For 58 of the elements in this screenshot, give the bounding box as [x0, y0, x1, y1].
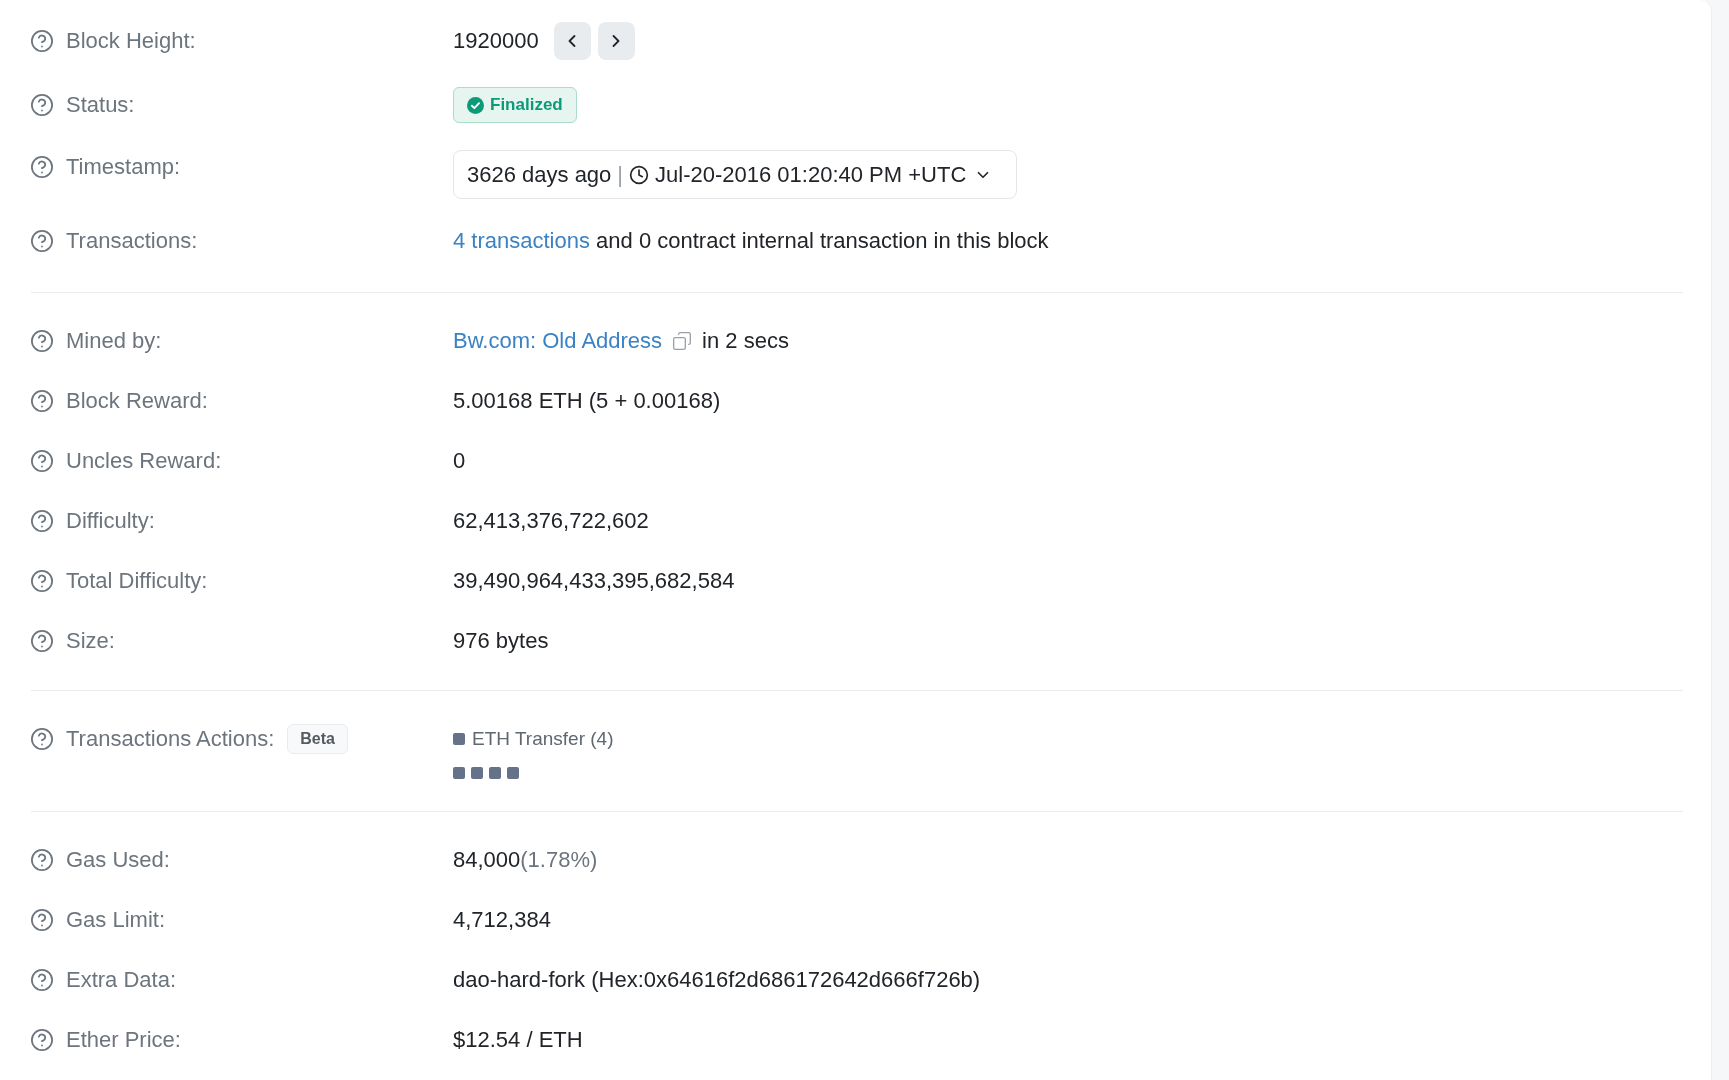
field-label: Block Reward: — [66, 387, 208, 415]
field-label: Total Difficulty: — [66, 567, 208, 595]
field-label: Timestamp: — [66, 153, 181, 181]
field-label: Transactions: — [66, 227, 198, 255]
help-icon — [31, 969, 53, 991]
field-value: 39,490,964,433,395,682,584 — [453, 567, 735, 595]
help-icon — [31, 630, 53, 652]
beta-tag: Beta — [287, 724, 348, 754]
field-label: Mined by: — [66, 327, 162, 355]
field-label: Transactions Actions: — [66, 725, 275, 753]
transactions-summary: 4 transactions and 0 contract internal transaction in this block — [453, 227, 1049, 255]
previous-block-button[interactable] — [553, 22, 591, 60]
field-label: Difficulty: — [66, 507, 155, 535]
field-label: Uncles Reward: — [66, 447, 222, 475]
mined-time-text: in 2 secs — [702, 327, 789, 355]
field-label: Gas Used: — [66, 846, 170, 874]
help-icon — [31, 230, 53, 252]
copy-icon[interactable] — [672, 331, 693, 351]
field-value: 62,413,376,722,602 — [453, 507, 649, 535]
field-value: dao-hard-fork (Hex:0x64616f2d686172642d666f726b) — [453, 966, 981, 994]
help-icon — [31, 450, 53, 472]
help-icon — [31, 728, 53, 750]
transfer-square-icon[interactable] — [471, 767, 483, 779]
field-label: Size: — [66, 627, 115, 655]
field-value: 976 bytes — [453, 627, 549, 655]
gas-used-value: 84,000 — [453, 846, 521, 874]
field-label: Block Height: — [66, 27, 196, 55]
field-value: 5.00168 ETH (5 + 0.00168) — [453, 387, 721, 415]
field-label: Extra Data: — [66, 966, 177, 994]
help-icon — [31, 94, 53, 116]
help-icon — [31, 570, 53, 592]
field-label: Ether Price: — [66, 1026, 181, 1054]
help-icon — [31, 330, 53, 352]
gas-used-percent: (1.78%) — [520, 846, 598, 874]
transfer-square-icon[interactable] — [453, 767, 465, 779]
check-circle-icon — [467, 96, 484, 114]
field-value: $12.54 / ETH — [453, 1026, 583, 1054]
field-value: 4,712,384 — [453, 906, 551, 934]
help-icon — [31, 849, 53, 871]
block-height-value: 1920000 — [453, 27, 539, 55]
miner-link[interactable]: Bw.com: Old Address — [453, 326, 663, 356]
transfer-square-icon[interactable] — [507, 767, 519, 779]
transfer-square-icon[interactable] — [489, 767, 501, 779]
field-value: 0 — [453, 447, 466, 475]
help-icon — [31, 909, 53, 931]
help-icon — [31, 156, 53, 178]
next-block-button[interactable] — [597, 22, 635, 60]
field-label: Status: — [66, 91, 135, 119]
help-icon — [31, 510, 53, 532]
status-text: Finalized — [490, 94, 563, 116]
clock-icon — [629, 164, 650, 185]
action-legend-text: ETH Transfer (4) — [472, 727, 614, 751]
help-icon — [31, 30, 53, 52]
transactions-link[interactable]: 4 transactions — [453, 228, 590, 253]
help-icon — [31, 390, 53, 412]
field-label: Gas Limit: — [66, 906, 166, 934]
timestamp-dropdown[interactable]: 3626 days ago | Jul-20-2016 01:20:40 PM +UTC — [453, 150, 1017, 199]
help-icon — [31, 1029, 53, 1051]
